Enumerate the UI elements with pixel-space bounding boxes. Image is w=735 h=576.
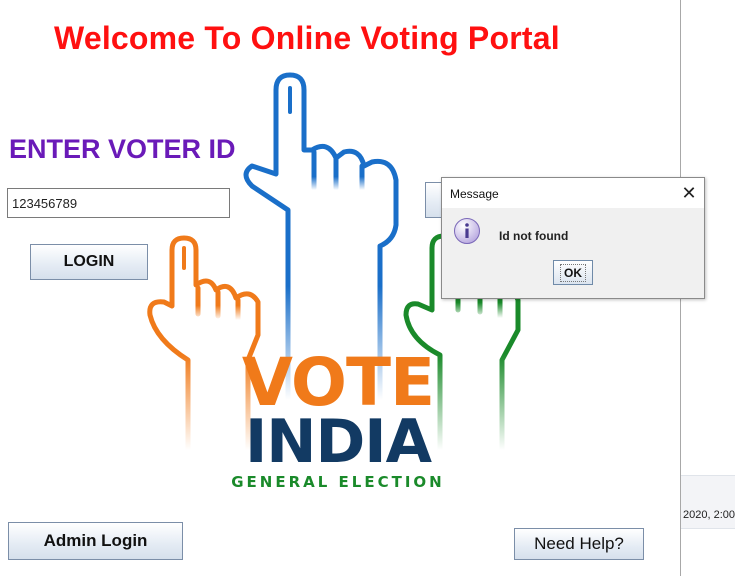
dialog-titlebar[interactable]: Message ✕ bbox=[442, 178, 704, 208]
login-button[interactable]: LOGIN bbox=[30, 244, 148, 280]
logo-tagline-text: GENERAL ELECTION bbox=[231, 473, 444, 491]
page-title: Welcome To Online Voting Portal bbox=[54, 20, 560, 56]
ok-button[interactable]: OK bbox=[553, 260, 593, 285]
admin-login-button[interactable]: Admin Login bbox=[8, 522, 183, 560]
logo-india-text: INDIA bbox=[245, 407, 433, 477]
info-icon bbox=[454, 218, 480, 244]
need-help-button[interactable]: Need Help? bbox=[514, 528, 644, 560]
ok-button-label: OK bbox=[560, 263, 586, 282]
dialog-message: Id not found bbox=[499, 229, 569, 243]
dialog-title: Message bbox=[450, 187, 499, 201]
message-dialog: Message ✕ Id not found OK bbox=[441, 177, 705, 299]
background-timestamp-text: 2020, 2:00: bbox=[683, 509, 735, 521]
close-icon[interactable]: ✕ bbox=[678, 182, 700, 204]
